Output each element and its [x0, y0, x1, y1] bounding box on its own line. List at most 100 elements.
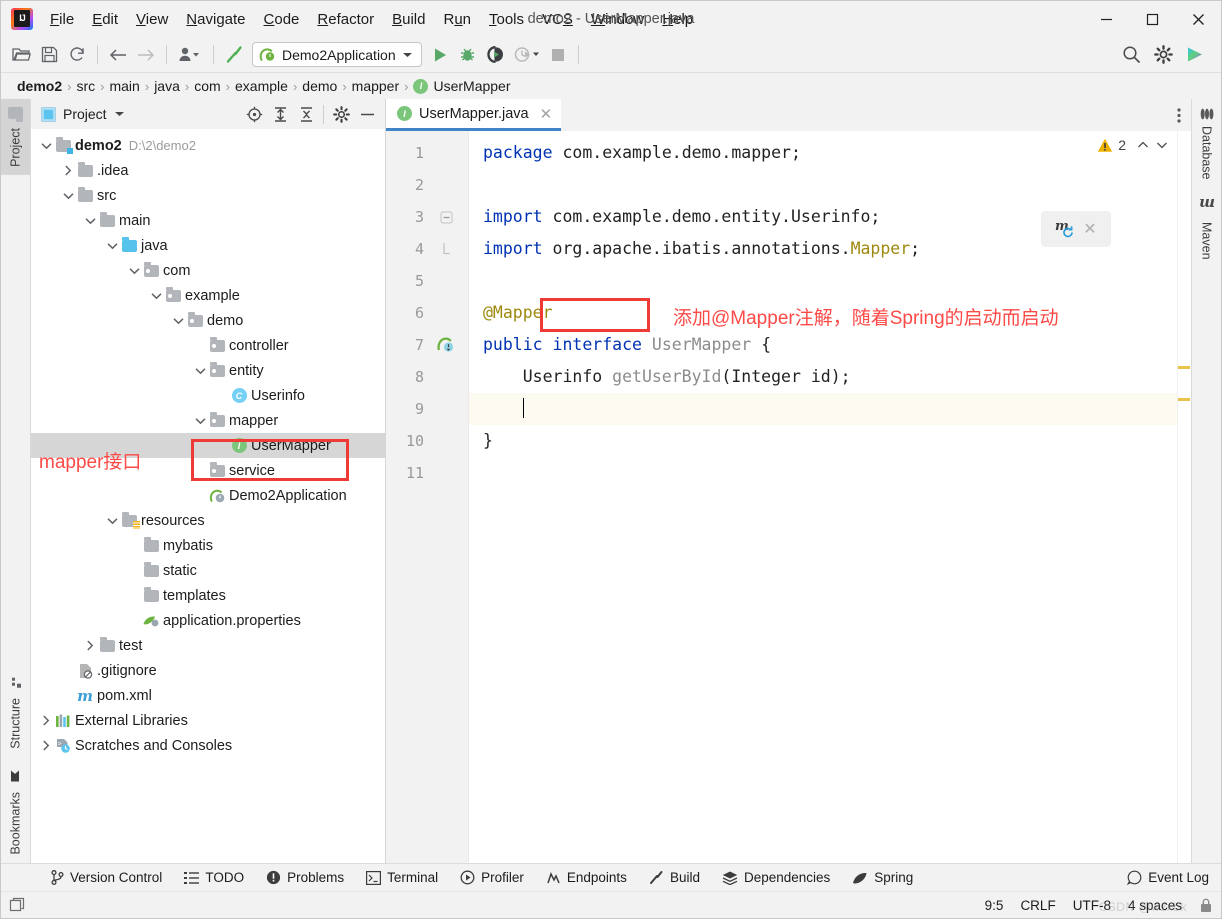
tool-window-event-log[interactable]: Event Log: [1116, 864, 1221, 891]
tree-node-demo2[interactable]: demo2 D:\2\demo2: [31, 133, 385, 158]
breadcrumb-item-src[interactable]: src: [72, 78, 99, 94]
tree-node-userinfo[interactable]: C Userinfo: [31, 383, 385, 408]
menu-window[interactable]: Window: [582, 8, 653, 31]
tree-node-java[interactable]: java: [31, 233, 385, 258]
forward-arrow-icon[interactable]: [132, 42, 160, 68]
breadcrumb-item-com[interactable]: com: [190, 78, 224, 94]
close-icon[interactable]: ✕: [540, 105, 553, 123]
chevron-down-icon[interactable]: [39, 142, 53, 150]
tree-node-mapper[interactable]: mapper: [31, 408, 385, 433]
read-only-lock-icon[interactable]: [1199, 898, 1213, 913]
code-line-5[interactable]: [469, 265, 1191, 297]
select-opened-file-icon[interactable]: [242, 102, 266, 126]
breadcrumb-item-demo2[interactable]: demo2: [13, 78, 66, 94]
gutter-line-6[interactable]: 6: [386, 297, 468, 329]
chevron-right-icon[interactable]: [39, 740, 53, 751]
menu-view[interactable]: View: [127, 8, 177, 31]
gutter-line-1[interactable]: 1: [386, 137, 468, 169]
profiler-clock-icon[interactable]: [510, 42, 544, 68]
menu-code[interactable]: Code: [255, 8, 309, 31]
menu-file[interactable]: File: [41, 8, 83, 31]
tool-button-project[interactable]: Project: [1, 99, 30, 175]
tree-node--gitignore[interactable]: .gitignore: [31, 658, 385, 683]
close-icon[interactable]: ✕: [1083, 219, 1096, 239]
gutter-line-10[interactable]: 10: [386, 425, 468, 457]
gear-icon[interactable]: [329, 102, 353, 126]
tree-node--idea[interactable]: .idea: [31, 158, 385, 183]
inspection-widget[interactable]: 2: [1097, 137, 1169, 153]
run-configuration-selector[interactable]: Demo2Application: [252, 42, 422, 67]
tree-node-controller[interactable]: controller: [31, 333, 385, 358]
file-encoding[interactable]: UTF-8: [1073, 898, 1111, 913]
gutter-line-3[interactable]: 3: [386, 201, 468, 233]
run-with-coverage-icon[interactable]: [482, 42, 510, 68]
line-separator[interactable]: CRLF: [1020, 898, 1055, 913]
tool-button-structure[interactable]: Structure: [1, 669, 30, 757]
tool-window-version-control[interactable]: Version Control: [39, 864, 173, 891]
code-line-7[interactable]: public interface UserMapper {: [469, 329, 1191, 361]
tree-node-pom-xml[interactable]: m pom.xml: [31, 683, 385, 708]
tree-node-main[interactable]: main: [31, 208, 385, 233]
menu-navigate[interactable]: Navigate: [177, 8, 254, 31]
gutter-line-5[interactable]: 5: [386, 265, 468, 297]
tree-node-demo2application[interactable]: Demo2Application: [31, 483, 385, 508]
editor-gutter[interactable]: 1 2 3 4 5 6 7 8 9 10 11: [386, 131, 468, 863]
chevron-down-icon[interactable]: [83, 217, 97, 225]
tool-window-profiler[interactable]: Profiler: [449, 864, 535, 891]
editor-tab-usermapper[interactable]: I UserMapper.java ✕: [386, 99, 562, 131]
menu-tools[interactable]: Tools: [480, 8, 533, 31]
spring-bean-gutter-icon[interactable]: [428, 336, 464, 354]
hide-panel-icon[interactable]: [355, 102, 379, 126]
tree-node-mybatis[interactable]: mybatis: [31, 533, 385, 558]
chevron-right-icon[interactable]: [39, 715, 53, 726]
user-profile-icon[interactable]: [173, 42, 207, 68]
breadcrumb-item-main[interactable]: main: [105, 78, 143, 94]
code-line-9[interactable]: [469, 393, 1191, 425]
menu-help[interactable]: Help: [653, 8, 702, 31]
tool-window-build[interactable]: Build: [638, 864, 711, 891]
menu-edit[interactable]: Edit: [83, 8, 127, 31]
chevron-down-icon[interactable]: [193, 417, 207, 425]
collapse-all-icon[interactable]: [294, 102, 318, 126]
code-editor[interactable]: 1 2 3 4 5 6 7 8 9 10 11 package com.example.demo.m…: [386, 131, 1191, 863]
tree-node-application-properties[interactable]: application.properties: [31, 608, 385, 633]
breadcrumb-item-mapper[interactable]: mapper: [348, 78, 403, 94]
minimize-button[interactable]: [1083, 1, 1129, 37]
tree-node-external-libraries[interactable]: External Libraries: [31, 708, 385, 733]
sync-icon[interactable]: [63, 42, 91, 68]
breadcrumb-item-demo[interactable]: demo: [298, 78, 341, 94]
gutter-line-2[interactable]: 2: [386, 169, 468, 201]
debug-icon[interactable]: [454, 42, 482, 68]
expand-all-icon[interactable]: [268, 102, 292, 126]
tree-node-static[interactable]: static: [31, 558, 385, 583]
indent-setting[interactable]: 4 spaces: [1128, 898, 1182, 913]
tree-node-demo[interactable]: demo: [31, 308, 385, 333]
code-line-8[interactable]: Userinfo getUserById(Integer id);: [469, 361, 1191, 393]
tree-node-scratches-and-consoles[interactable]: >_ Scratches and Consoles: [31, 733, 385, 758]
menu-run[interactable]: Run: [434, 8, 480, 31]
warning-marker[interactable]: [1178, 366, 1190, 369]
menu-refactor[interactable]: Refactor: [308, 8, 383, 31]
chevron-down-icon[interactable]: [105, 517, 119, 525]
gutter-line-7[interactable]: 7: [386, 329, 468, 361]
code-line-10[interactable]: }: [469, 425, 1191, 457]
project-tree[interactable]: demo2 D:\2\demo2 .idea src main java com exampl…: [31, 129, 385, 863]
chevron-down-icon[interactable]: [193, 367, 207, 375]
gutter-line-9[interactable]: 9: [386, 393, 468, 425]
tool-window-terminal[interactable]: Terminal: [355, 864, 449, 891]
tree-node-test[interactable]: test: [31, 633, 385, 658]
menu-vcs[interactable]: VCS: [533, 8, 582, 31]
tree-node-entity[interactable]: entity: [31, 358, 385, 383]
chevron-down-icon[interactable]: [114, 110, 125, 118]
close-button[interactable]: [1175, 1, 1221, 37]
tool-window-problems[interactable]: Problems: [255, 864, 355, 891]
tool-window-todo[interactable]: TODO: [173, 864, 255, 891]
tool-window-endpoints[interactable]: Endpoints: [535, 864, 638, 891]
gear-icon[interactable]: [1149, 42, 1177, 68]
back-arrow-icon[interactable]: [104, 42, 132, 68]
chevron-down-icon[interactable]: [127, 267, 141, 275]
caret-position[interactable]: 9:5: [985, 898, 1004, 913]
tree-node-templates[interactable]: templates: [31, 583, 385, 608]
open-folder-icon[interactable]: [7, 42, 35, 68]
chevron-right-icon[interactable]: [61, 165, 75, 176]
